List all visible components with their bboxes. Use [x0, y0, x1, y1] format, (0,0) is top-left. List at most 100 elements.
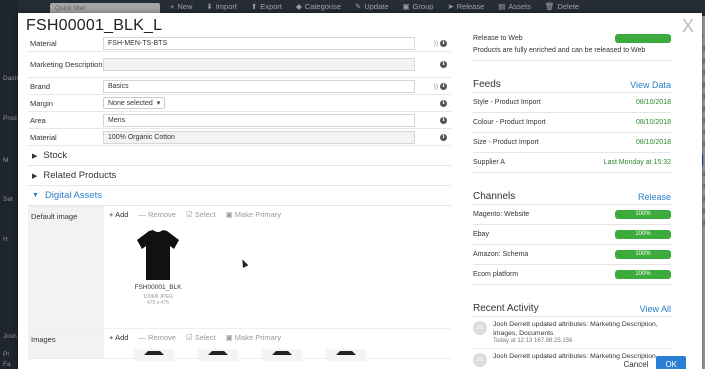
feeds-title: Feeds [473, 79, 501, 90]
margin-select-value: None selected [108, 99, 153, 107]
close-button[interactable]: X [682, 16, 694, 37]
activity-body: Josh Derrett updated attributes: Marketi… [493, 321, 671, 344]
avatar: JD [473, 353, 487, 367]
asset-thumbnail[interactable]: FSH00001_BLK 100KB JPEG 475 x 475 [128, 228, 188, 306]
remove-asset-button[interactable]: — Remove [138, 333, 176, 342]
feed-date: 08/10/2018 [635, 99, 671, 106]
caret-down-icon: ▼ [32, 192, 39, 199]
asset-group-content: + Add — Remove ☑ Select ▣ Make Primary F… [104, 206, 451, 328]
channels-header: Channels Release [473, 187, 671, 205]
feed-name: Size - Product Import [473, 139, 539, 146]
section-related-products[interactable]: ▶ Related Products [28, 166, 451, 186]
asset-group-images: Images + Add — Remove ☑ Select ▣ Make Pr… [28, 329, 451, 361]
asset-group-content: + Add — Remove ☑ Select ▣ Make Primary [104, 329, 451, 361]
field-label: Area [30, 115, 46, 125]
channel-name: Magento: Website [473, 211, 530, 218]
asset-tools: + Add — Remove ☑ Select ▣ Make Primary [109, 210, 446, 219]
feed-name: Style - Product Import [473, 99, 541, 106]
field-row: Material 100% Organic Cotton i [28, 129, 451, 146]
view-all-link[interactable]: View All [640, 304, 671, 314]
feed-row[interactable]: Supplier A Last Monday at 15:32 [473, 153, 671, 173]
brand-field[interactable]: Basics [103, 79, 415, 93]
channel-progress: 100% [615, 210, 671, 219]
asset-meta: 475 x 475 [147, 300, 169, 306]
field-label: Material [30, 132, 57, 142]
view-data-link[interactable]: View Data [630, 80, 671, 90]
add-asset-button[interactable]: + Add [109, 210, 128, 219]
release-link[interactable]: Release [638, 192, 671, 202]
feed-row[interactable]: Style - Product Import 08/10/2018 [473, 93, 671, 113]
feed-name: Supplier A [473, 159, 505, 166]
activity-meta: Today at 12:13 167.98.25.156 [493, 338, 573, 344]
image-thumbnail[interactable] [326, 349, 366, 361]
channels-title: Channels [473, 191, 516, 202]
info-icon[interactable]: i [440, 82, 447, 90]
channel-row[interactable]: Ebay 100% [473, 225, 671, 245]
tshirt-image [137, 230, 179, 280]
make-primary-button[interactable]: ▣ Make Primary [226, 210, 281, 219]
channels-list: Magento: Website 100% Ebay 100% Amazon: Sche… [473, 205, 671, 285]
asset-filename: FSH00001_BLK [134, 284, 182, 291]
section-title: Digital Assets [44, 190, 102, 201]
channel-progress: 100% [615, 250, 671, 259]
channel-progress-label: 100% [635, 251, 651, 257]
info-icon[interactable]: i [440, 99, 447, 107]
activity-title: Recent Activity [473, 303, 539, 314]
info-icon[interactable]: i [440, 116, 447, 124]
product-status-panel: Release to Web Products are fully enrich… [473, 33, 671, 369]
channel-progress: 100% [615, 270, 671, 279]
marketing-description-field[interactable] [103, 58, 415, 71]
channel-row[interactable]: Magento: Website 100% [473, 205, 671, 225]
rss-icon: )) [433, 82, 438, 90]
feeds-list: Style - Product Import 08/10/2018 Colour -… [473, 93, 671, 173]
avatar: JD [473, 321, 487, 335]
image-thumbnail[interactable] [198, 349, 238, 361]
image-thumbnail[interactable] [134, 349, 174, 361]
section-digital-assets[interactable]: ▼ Digital Assets [28, 186, 451, 206]
field-label: Margin [30, 98, 53, 108]
asset-group-label: Default image [28, 206, 104, 328]
release-progress [615, 33, 671, 43]
channel-name: Ebay [473, 231, 489, 238]
activity-item: JD Josh Derrett updated attributes: Marke… [473, 317, 671, 349]
feed-date: 08/10/2018 [635, 139, 671, 146]
ok-button[interactable]: OK [656, 356, 686, 369]
margin-select[interactable]: None selected ▾ [103, 97, 166, 109]
material-code-field[interactable]: FSH-MEN-TS-BTS [103, 36, 415, 50]
activity-header: Recent Activity View All [473, 299, 671, 317]
caret-right-icon: ▶ [32, 152, 38, 160]
cancel-button[interactable]: Cancel [624, 360, 649, 369]
info-icon[interactable]: i [440, 39, 447, 47]
caret-right-icon: ▶ [32, 172, 38, 180]
channel-row[interactable]: Amazon: Schema 100% [473, 245, 671, 265]
feed-date: Last Monday at 15:32 [603, 159, 671, 166]
info-icon[interactable]: i [440, 133, 447, 141]
field-row: Margin None selected ▾ i [28, 95, 451, 112]
channel-name: Amazon: Schema [473, 251, 529, 258]
channel-row[interactable]: Ecom platform 100% [473, 265, 671, 285]
channel-progress-label: 100% [635, 271, 651, 277]
material-composition-field[interactable]: 100% Organic Cotton [103, 130, 415, 144]
add-asset-button[interactable]: + Add [109, 333, 128, 342]
feed-row[interactable]: Colour - Product Import 08/10/2018 [473, 113, 671, 133]
release-row: Release to Web [473, 33, 671, 47]
info-icon[interactable]: i [440, 61, 447, 68]
asset-tools: + Add — Remove ☑ Select ▣ Make Primary [109, 333, 446, 342]
activity-text: Josh Derrett updated attributes: Marketi… [493, 321, 658, 337]
field-label: Brand [30, 81, 51, 91]
field-label: Material [30, 38, 57, 48]
select-asset-button[interactable]: ☑ Select [186, 210, 216, 219]
area-field[interactable]: Mens [103, 113, 415, 127]
field-label: Marketing Description [30, 60, 103, 69]
section-title: Stock [43, 150, 68, 161]
image-thumbnail[interactable] [262, 349, 302, 361]
field-row: Marketing Description i [28, 52, 451, 78]
remove-asset-button[interactable]: — Remove [138, 210, 176, 219]
chevron-down-icon: ▾ [156, 100, 161, 107]
channel-progress: 100% [615, 230, 671, 239]
make-primary-button[interactable]: ▣ Make Primary [226, 333, 281, 342]
select-asset-button[interactable]: ☑ Select [186, 333, 216, 342]
feed-row[interactable]: Size - Product Import 08/10/2018 [473, 133, 671, 153]
section-stock[interactable]: ▶ Stock [28, 146, 451, 166]
product-modal: FSH00001_BLK_L X Material FSH-MEN-TS-BTS… [18, 13, 702, 369]
